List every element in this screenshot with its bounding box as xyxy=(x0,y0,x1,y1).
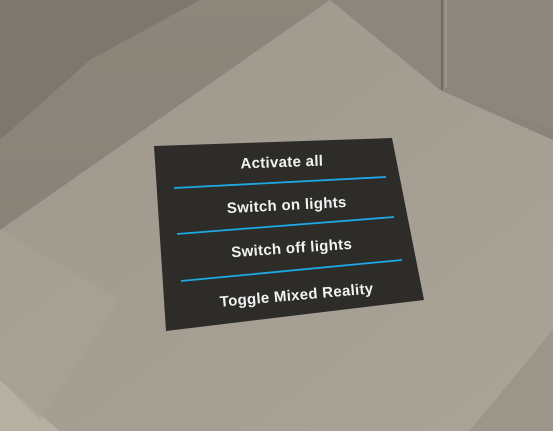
mixed-reality-scene: Activate all Switch on lights Switch off… xyxy=(0,0,553,431)
hand-menu-panel: Activate all Switch on lights Switch off… xyxy=(154,138,424,331)
menu-item-label: Activate all xyxy=(240,153,323,173)
